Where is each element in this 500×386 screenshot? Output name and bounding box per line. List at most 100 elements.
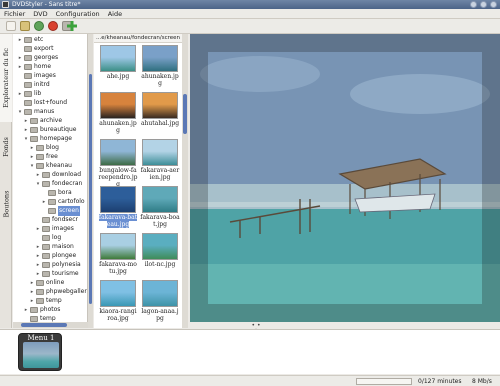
tree-horizontal-scrollbar[interactable] <box>13 322 88 328</box>
folder-icon <box>42 226 50 232</box>
thumbnail-caption: bungalow-fareependro.jpg <box>98 167 138 188</box>
thumbnail-caption: ahutahal.jpg <box>140 120 180 127</box>
folder-icon <box>36 154 44 160</box>
thumbnail-caption: lagon-anaa.jpg <box>140 308 180 322</box>
thumbnail-image <box>100 233 136 260</box>
tab-file-explorer-label: Explorateur du fic <box>1 48 10 108</box>
tab-buttons[interactable]: Boutons <box>0 172 12 236</box>
thumbnail-tile[interactable]: ahunaken.jpg <box>140 45 180 93</box>
folder-icon <box>24 37 32 43</box>
folder-icon <box>48 199 56 205</box>
status-bar: 0/127 minutes 8 Mb/s <box>0 375 500 386</box>
menu-aide[interactable]: Aide <box>108 10 122 18</box>
thumbnail-filename: fakarava-aerien.jpg <box>140 167 180 181</box>
close-button[interactable] <box>490 1 497 8</box>
new-icon[interactable] <box>6 21 16 31</box>
minimize-button[interactable] <box>470 1 477 8</box>
thumbnail-caption: fakarava-motu.jpg <box>98 261 138 275</box>
folder-icon <box>42 217 50 223</box>
folder-icon <box>24 91 32 97</box>
folder-icon <box>24 82 32 88</box>
folder-icon <box>48 208 56 214</box>
thumbnail-image <box>100 186 136 213</box>
thumbnail-image <box>142 139 178 166</box>
menu-thumbnail[interactable]: Menu 1 <box>18 333 62 371</box>
tree-vertical-scrollbar[interactable] <box>88 34 93 328</box>
thumbnail-tile[interactable]: lagon-anaa.jpg <box>140 280 180 328</box>
thumbnail-image <box>100 45 136 72</box>
bitrate-readout: 8 Mb/s <box>472 378 492 385</box>
folder-icon <box>30 307 38 313</box>
thumbnails-vertical-scrollbar[interactable] <box>182 34 188 328</box>
thumbnail-panel: ...e/kheanau/fondecran/screen ahe.jpg ahu… <box>94 34 182 328</box>
tab-file-explorer[interactable]: Explorateur du fic <box>0 34 12 122</box>
folder-icon <box>30 118 38 124</box>
folder-icon <box>36 280 44 286</box>
thumbnail-tile[interactable]: ahe.jpg <box>98 45 138 93</box>
thumbnail-tile[interactable]: kiaora-rangiroa.jpg <box>98 280 138 328</box>
title-bar: DVDStyler - Sans titre* <box>0 0 500 9</box>
thumbnail-filename: lagon-anaa.jpg <box>141 308 179 322</box>
tree-vscroll-thumb[interactable] <box>89 74 92 304</box>
tree-row-label: temp <box>40 315 56 322</box>
add-icon[interactable] <box>66 20 78 32</box>
thumbnail-tile[interactable]: ahunaken.jpg <box>98 92 138 140</box>
thumbnail-image <box>142 186 178 213</box>
app-icon <box>2 1 9 8</box>
folder-icon <box>30 136 38 142</box>
thumbnail-image <box>142 45 178 72</box>
thumbnail-caption: fakarava-aerien.jpg <box>140 167 180 181</box>
folder-icon <box>24 109 32 115</box>
folder-icon <box>42 181 50 187</box>
folder-icon <box>42 244 50 250</box>
folder-icon <box>48 190 56 196</box>
folder-icon <box>24 73 32 79</box>
menu-preview[interactable] <box>190 34 500 322</box>
thumbnail-filename: kiaora-rangiroa.jpg <box>99 308 137 322</box>
menus-area: Menu 1 <box>0 329 500 374</box>
thumbnail-caption: ahunaken.jpg <box>140 73 180 87</box>
thumbnail-filename: ahutahal.jpg <box>140 120 180 127</box>
menu-fichier[interactable]: Fichier <box>4 10 25 18</box>
folder-icon <box>36 163 44 169</box>
thumbnail-tile[interactable]: ahutahal.jpg <box>140 92 180 140</box>
save-icon[interactable] <box>34 21 44 31</box>
current-path: ...e/kheanau/fondecran/screen <box>94 34 182 43</box>
folder-icon <box>24 100 32 106</box>
thumbnail-tile[interactable]: ilot-nc.jpg <box>140 233 180 281</box>
side-tabs: Explorateur du fic Fonds Boutons <box>0 34 12 328</box>
thumbnail-filename: fakarava-bateau.jpg <box>98 214 138 228</box>
folder-icon <box>42 262 50 268</box>
tree-row[interactable]: temp <box>13 314 87 322</box>
thumbnail-tile[interactable]: fakarava-motu.jpg <box>98 233 138 281</box>
open-icon[interactable] <box>20 21 30 31</box>
thumbnail-caption: ilot-nc.jpg <box>140 261 180 268</box>
thumbnail-tile[interactable]: fakarava-boat.jpg <box>140 186 180 234</box>
folder-icon <box>42 235 50 241</box>
menu-configuration[interactable]: Configuration <box>56 10 100 18</box>
folder-icon <box>24 64 32 70</box>
directory-tree[interactable]: ▸ etc export ▸ georges ▸ home images initrd ▸ lib l… <box>13 34 88 322</box>
splitter-grip[interactable]: • • • <box>250 323 262 334</box>
thumbnail-tile[interactable]: fakarava-bateau.jpg <box>98 186 138 234</box>
tab-buttons-label: Boutons <box>2 190 10 218</box>
folder-icon <box>36 145 44 151</box>
thumbnail-image <box>142 92 178 119</box>
thumbnail-filename: ilot-nc.jpg <box>144 261 176 268</box>
toolbar <box>0 19 500 34</box>
menu-dvd[interactable]: DVD <box>33 10 47 18</box>
tree-hscroll-thumb[interactable] <box>21 323 67 327</box>
folder-icon <box>36 289 44 295</box>
folder-icon <box>30 127 38 133</box>
thumbnail-image <box>100 280 136 307</box>
thumbnail-image <box>142 233 178 260</box>
burn-icon[interactable] <box>48 21 58 31</box>
thumbnails-vscroll-thumb[interactable] <box>183 94 187 134</box>
maximize-button[interactable] <box>480 1 487 8</box>
thumbnail-filename: fakarava-boat.jpg <box>140 214 180 228</box>
thumbnail-caption: kiaora-rangiroa.jpg <box>98 308 138 322</box>
thumbnail-tile[interactable]: bungalow-fareependro.jpg <box>98 139 138 188</box>
tab-backgrounds[interactable]: Fonds <box>0 122 12 172</box>
thumbnail-tile[interactable]: fakarava-aerien.jpg <box>140 139 180 187</box>
folder-icon <box>42 172 50 178</box>
